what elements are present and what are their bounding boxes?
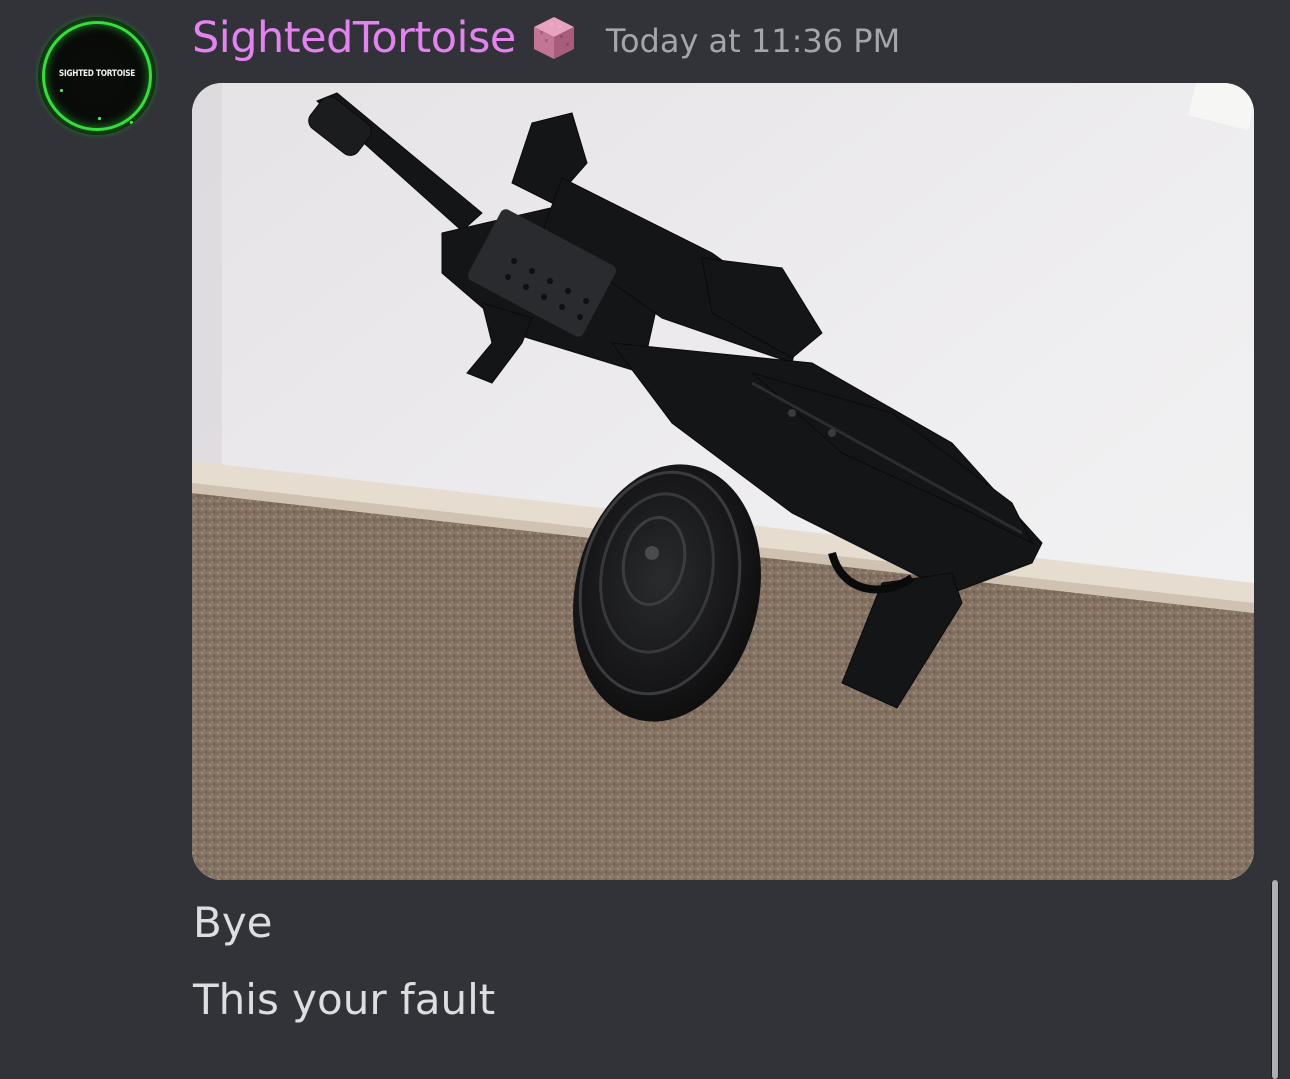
avatar[interactable]: SIGHTED TORTOISE	[38, 17, 156, 135]
chat-message-view: SIGHTED TORTOISE SightedTortoise Today a…	[0, 0, 1290, 1079]
avatar-speck	[130, 121, 133, 124]
message-timestamp[interactable]: Today at 11:36 PM	[606, 22, 900, 60]
message-header: SightedTortoise Today at 11:36 PM	[192, 8, 900, 68]
avatar-label: SIGHTED TORTOISE	[58, 69, 136, 79]
avatar-speck	[60, 89, 63, 92]
scrollbar-thumb[interactable]	[1272, 880, 1278, 1079]
attachment-photo	[192, 83, 1254, 880]
message-line: Bye	[193, 898, 273, 947]
image-attachment[interactable]	[192, 83, 1254, 880]
avatar-speck	[98, 117, 101, 120]
username[interactable]: SightedTortoise	[192, 13, 516, 63]
message-line: This your fault	[193, 975, 496, 1024]
pink-cube-icon[interactable]	[530, 13, 578, 63]
